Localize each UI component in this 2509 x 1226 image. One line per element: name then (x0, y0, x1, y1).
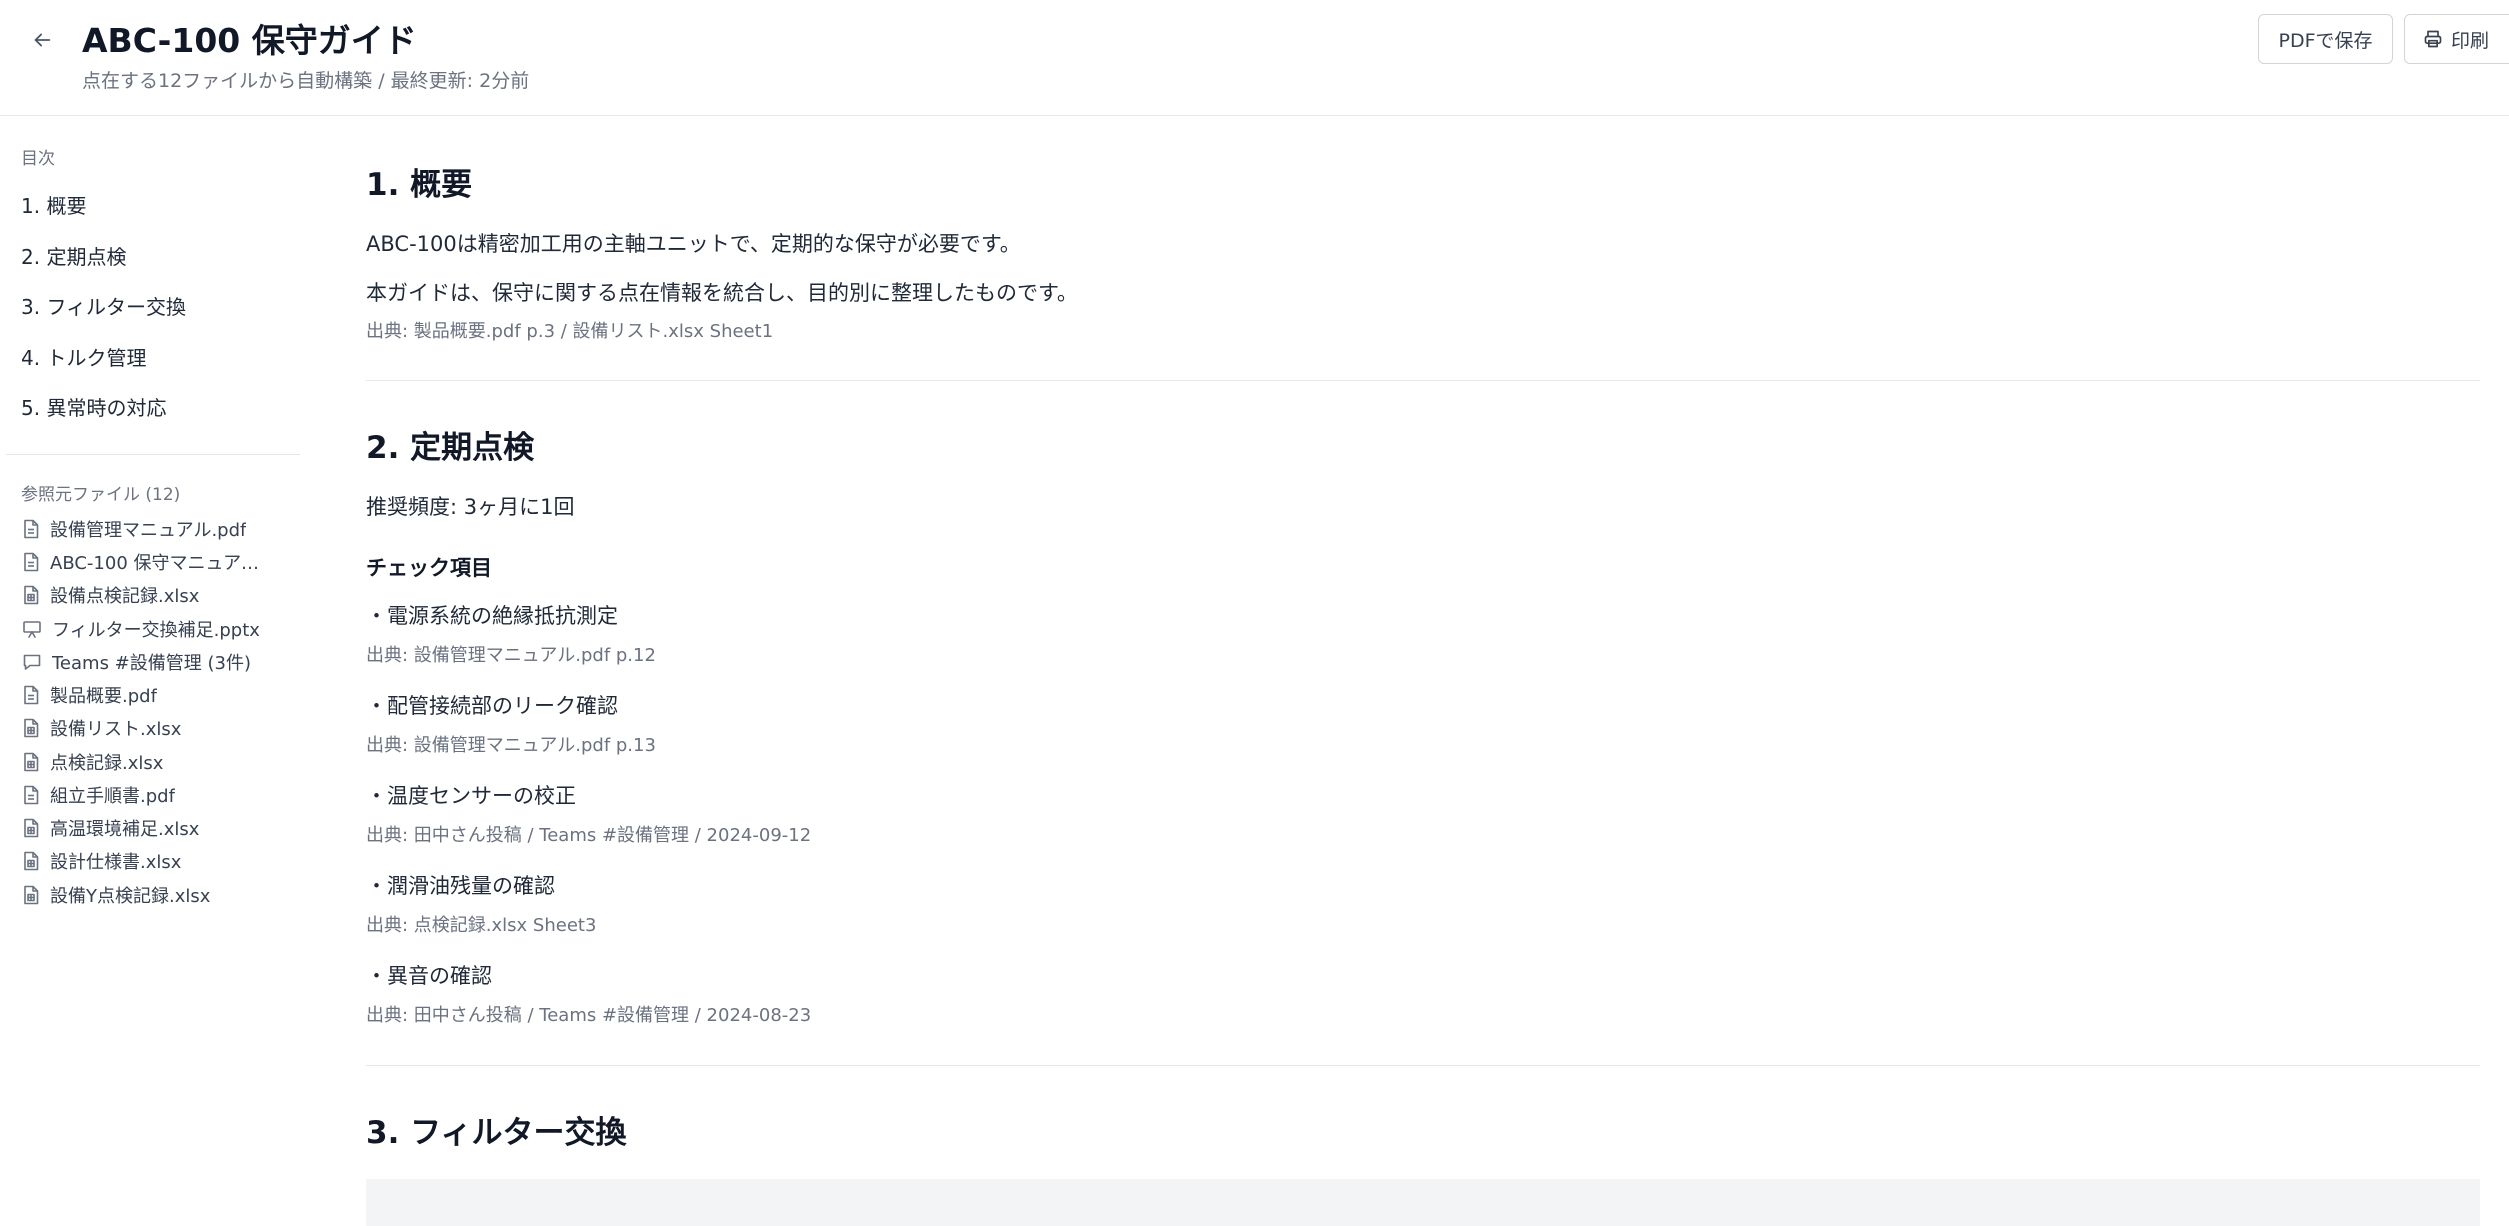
print-button[interactable]: 印刷 (2404, 14, 2509, 64)
file-item[interactable]: ABC-100 保守マニュアル.pdf (22, 550, 282, 574)
page-subtitle: 点在する12ファイルから自動構築 / 最終更新: 2分前 (82, 70, 530, 92)
document-icon (24, 785, 39, 805)
source-citation: 出典: 設備管理マニュアル.pdf p.13 (366, 735, 656, 756)
toc-item-troubleshooting[interactable]: 5. 異常時の対応 (21, 392, 166, 421)
spreadsheet-icon (24, 585, 39, 605)
inspection-frequency: 推奨頻度: 3ヶ月に1回 (366, 495, 575, 519)
document-icon (24, 685, 39, 705)
spreadsheet-icon (24, 885, 39, 905)
page-title: ABC-100 保守ガイド (82, 21, 417, 60)
spreadsheet-icon (24, 818, 39, 838)
section-divider (366, 1065, 2480, 1066)
section-divider (366, 380, 2480, 381)
spreadsheet-icon (24, 752, 39, 772)
file-item[interactable]: 点検記録.xlsx (22, 750, 282, 774)
checklist-item: ・異音の確認 (366, 964, 492, 988)
save-pdf-button[interactable]: PDFで保存 (2258, 14, 2393, 64)
toc-heading: 目次 (21, 149, 55, 169)
save-pdf-label: PDFで保存 (2278, 29, 2373, 52)
source-citation: 出典: 田中さん投稿 / Teams #設備管理 / 2024-08-23 (366, 1005, 812, 1026)
sidebar-divider (6, 454, 300, 455)
source-citation: 出典: 点検記録.xlsx Sheet3 (366, 915, 597, 936)
document-icon (24, 552, 39, 572)
file-name: 設備管理マニュアル.pdf (50, 520, 247, 541)
document-icon (24, 519, 39, 539)
file-item[interactable]: Teams #設備管理 (3件) (22, 650, 282, 674)
file-name: ABC-100 保守マニュアル.pdf (50, 553, 274, 574)
source-citation: 出典: 設備管理マニュアル.pdf p.12 (366, 645, 656, 666)
toc-item-inspection[interactable]: 2. 定期点検 (21, 241, 126, 270)
toc-item-torque[interactable]: 4. トルク管理 (21, 342, 146, 371)
file-item[interactable]: 設備Y点検記録.xlsx (22, 883, 282, 907)
file-item[interactable]: フィルター交換補足.pptx (22, 617, 282, 641)
spreadsheet-icon (24, 851, 39, 871)
file-item[interactable]: 組立手順書.pdf (22, 783, 282, 807)
checklist-heading: チェック項目 (366, 556, 492, 580)
file-name: 設備点検記録.xlsx (50, 586, 200, 607)
source-citation: 出典: 田中さん投稿 / Teams #設備管理 / 2024-09-12 (366, 825, 812, 846)
sidebar: 目次 1. 概要 2. 定期点検 3. フィルター交換 4. トルク管理 5. … (0, 116, 300, 1226)
main-content: 1. 概要 ABC-100は精密加工用の主軸ユニットで、定期的な保守が必要です。… (366, 116, 2480, 1226)
spreadsheet-icon (24, 718, 39, 738)
section-title-overview: 1. 概要 (366, 167, 473, 203)
file-name: 製品概要.pdf (50, 686, 157, 707)
file-name: 高温環境補足.xlsx (50, 819, 200, 840)
file-item[interactable]: 高温環境補足.xlsx (22, 816, 282, 840)
toc-item-filter[interactable]: 3. フィルター交換 (21, 291, 186, 320)
checklist-item: ・配管接続部のリーク確認 (366, 694, 618, 718)
file-name: Teams #設備管理 (3件) (52, 653, 251, 674)
source-citation: 出典: 製品概要.pdf p.3 / 設備リスト.xlsx Sheet1 (366, 321, 774, 342)
page-header: ABC-100 保守ガイド 点在する12ファイルから自動構築 / 最終更新: 2… (0, 0, 2509, 116)
chat-icon (23, 654, 41, 670)
file-item[interactable]: 設備リスト.xlsx (22, 716, 282, 740)
print-label: 印刷 (2451, 29, 2490, 52)
back-button[interactable] (26, 24, 58, 56)
file-item[interactable]: 設計仕様書.xlsx (22, 849, 282, 873)
toc-item-overview[interactable]: 1. 概要 (21, 190, 86, 219)
checklist-item: ・電源系統の絶縁抵抗測定 (366, 604, 618, 628)
file-item[interactable]: 製品概要.pdf (22, 683, 282, 707)
file-name: 点検記録.xlsx (50, 753, 164, 774)
printer-icon (2424, 30, 2442, 48)
content-block (366, 1179, 2480, 1226)
file-name: 設備Y点検記録.xlsx (50, 886, 211, 907)
file-name: フィルター交換補足.pptx (52, 620, 260, 641)
overview-paragraph: 本ガイドは、保守に関する点在情報を統合し、目的別に整理したものです。 (366, 281, 1078, 305)
file-item[interactable]: 設備管理マニュアル.pdf (22, 517, 282, 541)
presentation-icon (23, 621, 41, 638)
file-name: 設計仕様書.xlsx (50, 852, 182, 873)
files-heading: 参照元ファイル (12) (21, 485, 181, 505)
section-title-inspection: 2. 定期点検 (366, 430, 535, 466)
file-item[interactable]: 設備点検記録.xlsx (22, 583, 282, 607)
file-name: 組立手順書.pdf (50, 786, 175, 807)
checklist-item: ・潤滑油残量の確認 (366, 874, 555, 898)
file-name: 設備リスト.xlsx (50, 719, 182, 740)
overview-paragraph: ABC-100は精密加工用の主軸ユニットで、定期的な保守が必要です。 (366, 232, 1021, 256)
checklist-item: ・温度センサーの校正 (366, 784, 576, 808)
section-title-filter: 3. フィルター交換 (366, 1115, 627, 1151)
arrow-left-icon (34, 33, 51, 47)
